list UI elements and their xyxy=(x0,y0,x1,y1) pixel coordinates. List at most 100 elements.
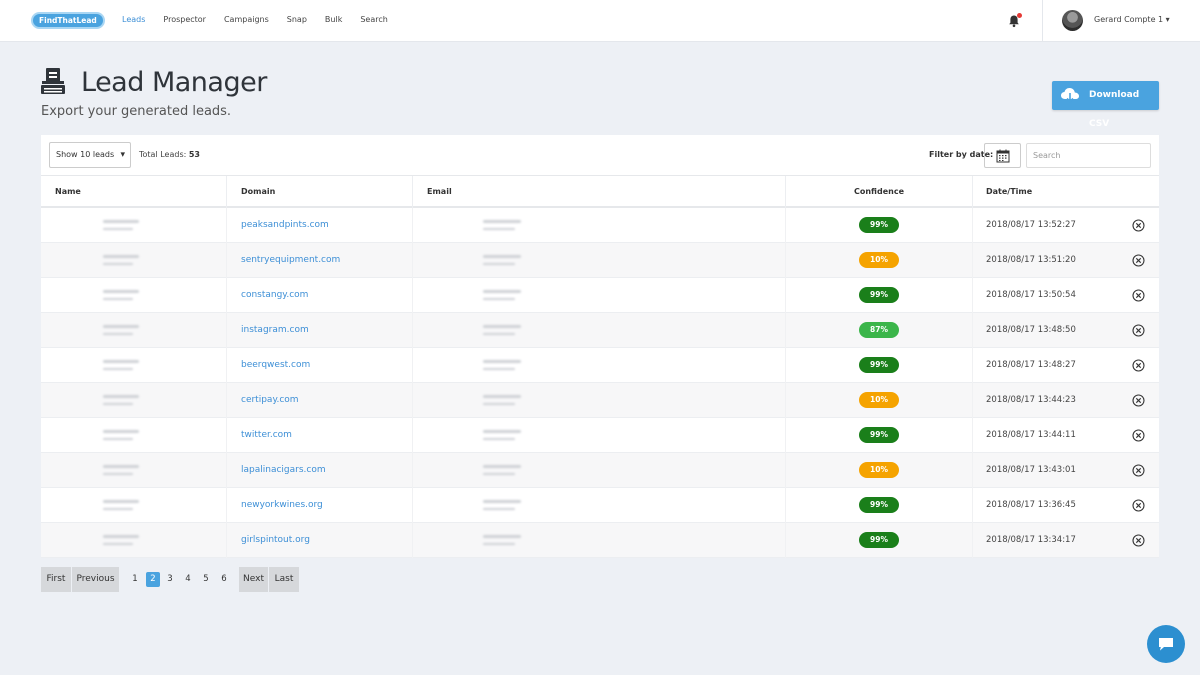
confidence-badge: 99% xyxy=(859,357,899,373)
domain-link[interactable]: newyorkwines.org xyxy=(241,500,323,511)
table-row[interactable]: constangy.com 99% 2018/08/17 13:50:54 xyxy=(41,278,1159,313)
redacted-name xyxy=(103,360,139,363)
redacted-name xyxy=(103,535,139,538)
leads-card: Show 10 leads ▾ Total Leads: 53 Filter b… xyxy=(41,135,1159,558)
email-cell xyxy=(413,418,786,453)
first-page-button[interactable]: First xyxy=(41,567,71,592)
page-1-button[interactable]: 1 xyxy=(128,572,142,587)
close-circle-icon[interactable] xyxy=(1132,464,1145,477)
column-header-domain[interactable]: Domain xyxy=(227,176,413,208)
redacted-title xyxy=(103,333,133,335)
column-header-email[interactable]: Email xyxy=(413,176,786,208)
column-header-datetime[interactable]: Date/Time xyxy=(973,176,1159,208)
redacted-email xyxy=(483,360,521,363)
domain-link[interactable]: lapalinacigars.com xyxy=(241,465,326,476)
page-6-button[interactable]: 6 xyxy=(217,572,231,587)
avatar[interactable] xyxy=(1062,10,1083,31)
datetime: 2018/08/17 13:50:54 xyxy=(986,290,1076,300)
close-circle-icon[interactable] xyxy=(1132,324,1145,337)
nav-link-search[interactable]: Search xyxy=(360,15,387,25)
next-page-button[interactable]: Next xyxy=(239,567,268,592)
datetime: 2018/08/17 13:44:23 xyxy=(986,395,1076,405)
nav-link-campaigns[interactable]: Campaigns xyxy=(224,15,269,25)
table-row[interactable]: lapalinacigars.com 10% 2018/08/17 13:43:01 xyxy=(41,453,1159,488)
search-input[interactable] xyxy=(1026,143,1151,168)
close-circle-icon[interactable] xyxy=(1132,289,1145,302)
nav-link-leads[interactable]: Leads xyxy=(122,15,145,25)
column-header-name[interactable]: Name xyxy=(41,176,227,208)
email-cell xyxy=(413,488,786,523)
redacted-email xyxy=(483,535,521,538)
nav-link-snap[interactable]: Snap xyxy=(287,15,307,25)
redacted-name xyxy=(103,465,139,468)
total-leads-label: Total Leads: xyxy=(139,150,187,159)
domain-link[interactable]: constangy.com xyxy=(241,290,308,301)
page-5-button[interactable]: 5 xyxy=(199,572,213,587)
chevron-down-icon: ▾ xyxy=(120,150,125,160)
page-3-button[interactable]: 3 xyxy=(163,572,177,587)
download-csv-label: Download CSV xyxy=(1089,90,1140,129)
redacted-email xyxy=(483,255,521,258)
table-row[interactable]: newyorkwines.org 99% 2018/08/17 13:36:45 xyxy=(41,488,1159,523)
datetime: 2018/08/17 13:51:20 xyxy=(986,255,1076,265)
datetime: 2018/08/17 13:48:27 xyxy=(986,360,1076,370)
page-4-button[interactable]: 4 xyxy=(181,572,195,587)
nav-link-bulk[interactable]: Bulk xyxy=(325,15,342,25)
domain-link[interactable]: girlspintout.org xyxy=(241,535,310,546)
email-cell xyxy=(413,348,786,383)
table-row[interactable]: beerqwest.com 99% 2018/08/17 13:48:27 xyxy=(41,348,1159,383)
table-row[interactable]: twitter.com 99% 2018/08/17 13:44:11 xyxy=(41,418,1159,453)
redacted-email-status xyxy=(483,333,515,335)
page-2-button[interactable]: 2 xyxy=(146,572,160,587)
table-row[interactable]: peaksandpints.com 99% 2018/08/17 13:52:27 xyxy=(41,208,1159,243)
close-circle-icon[interactable] xyxy=(1132,359,1145,372)
page-size-select[interactable]: Show 10 leads ▾ xyxy=(49,142,131,168)
close-circle-icon[interactable] xyxy=(1132,499,1145,512)
name-cell xyxy=(41,348,227,383)
chat-icon xyxy=(1159,638,1173,651)
close-circle-icon[interactable] xyxy=(1132,219,1145,232)
table-body: peaksandpints.com 99% 2018/08/17 13:52:27 s… xyxy=(41,208,1159,558)
close-circle-icon[interactable] xyxy=(1132,254,1145,267)
redacted-email xyxy=(483,465,521,468)
lead-manager-icon xyxy=(41,68,65,94)
close-circle-icon[interactable] xyxy=(1132,534,1145,547)
redacted-email-status xyxy=(483,228,515,230)
redacted-title xyxy=(103,543,133,545)
logo[interactable]: FindThatLead xyxy=(31,12,105,29)
name-cell xyxy=(41,383,227,418)
nav-divider xyxy=(1042,0,1043,42)
close-circle-icon[interactable] xyxy=(1132,429,1145,442)
top-navbar: FindThatLead Leads Prospector Campaigns … xyxy=(0,0,1200,42)
domain-link[interactable]: certipay.com xyxy=(241,395,299,406)
redacted-email-status xyxy=(483,403,515,405)
chat-button[interactable] xyxy=(1147,625,1185,663)
domain-link[interactable]: twitter.com xyxy=(241,430,292,441)
nav-link-prospector[interactable]: Prospector xyxy=(163,15,206,25)
redacted-title xyxy=(103,298,133,300)
user-menu[interactable]: Gerard Compte 1 ▾ xyxy=(1094,15,1170,25)
date-filter-button[interactable] xyxy=(984,143,1021,168)
last-page-button[interactable]: Last xyxy=(269,567,299,592)
redacted-title xyxy=(103,403,133,405)
redacted-title xyxy=(103,263,133,265)
download-csv-button[interactable]: Download CSV xyxy=(1052,81,1159,129)
redacted-email-status xyxy=(483,543,515,545)
previous-page-button[interactable]: Previous xyxy=(72,567,119,592)
table-row[interactable]: girlspintout.org 99% 2018/08/17 13:34:17 xyxy=(41,523,1159,558)
table-row[interactable]: certipay.com 10% 2018/08/17 13:44:23 xyxy=(41,383,1159,418)
table-row[interactable]: sentryequipment.com 10% 2018/08/17 13:51:2… xyxy=(41,243,1159,278)
name-cell xyxy=(41,418,227,453)
close-circle-icon[interactable] xyxy=(1132,394,1145,407)
column-header-confidence[interactable]: Confidence xyxy=(786,176,973,208)
domain-link[interactable]: beerqwest.com xyxy=(241,360,310,371)
table-row[interactable]: instagram.com 87% 2018/08/17 13:48:50 xyxy=(41,313,1159,348)
email-cell xyxy=(413,453,786,488)
name-cell xyxy=(41,313,227,348)
domain-link[interactable]: instagram.com xyxy=(241,325,309,336)
domain-link[interactable]: peaksandpints.com xyxy=(241,220,329,231)
email-cell xyxy=(413,313,786,348)
page-subtitle: Export your generated leads. xyxy=(41,104,232,119)
domain-link[interactable]: sentryequipment.com xyxy=(241,255,340,266)
redacted-name xyxy=(103,290,139,293)
